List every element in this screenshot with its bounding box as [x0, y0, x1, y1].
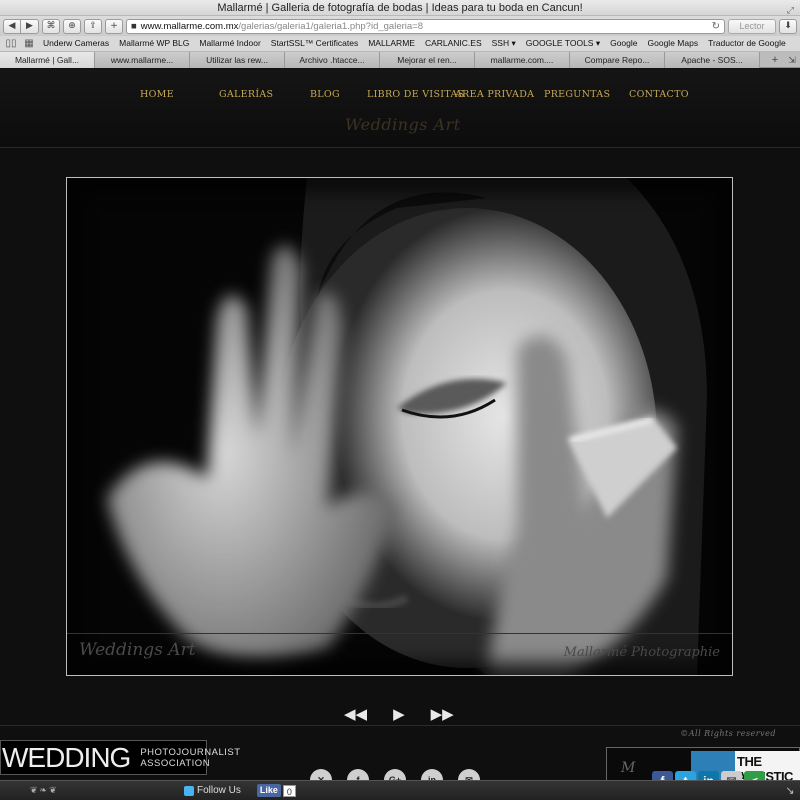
social-round-icons: ✕ f G+ in ✉ — [310, 769, 480, 780]
linkedin-round-icon[interactable]: in — [421, 769, 443, 780]
share-bar: ftin✉< — [652, 771, 765, 780]
follow-label: Follow Us — [197, 785, 241, 796]
window-title: Mallarmé | Galleria de fotografía de bod… — [217, 2, 583, 14]
bookmark-item[interactable]: Underw Cameras — [38, 38, 114, 48]
nav-contacto[interactable]: CONTACTO — [629, 89, 689, 100]
close-social-icon[interactable]: ✕ — [310, 769, 332, 780]
twitter-follow-button[interactable]: Follow Us — [184, 785, 241, 796]
globe-icon[interactable]: ⊕ — [63, 18, 81, 34]
photo-watermark-right: Mallarmé Photographie — [563, 645, 720, 660]
nav-preguntas[interactable]: PREGUNTAS — [544, 89, 610, 100]
browser-tab[interactable]: mallarme.com.... — [475, 52, 570, 68]
site-icon: ■ — [131, 20, 137, 32]
browser-tab[interactable]: Apache - SOS... — [665, 52, 760, 68]
url-host: www.mallarme.com.mx — [140, 20, 239, 32]
bookmark-item[interactable]: Google — [605, 38, 642, 48]
browser-tab[interactable]: Archivo .htacce... — [285, 52, 380, 68]
browser-toolbar: ◀ ▶ ⌘ ⊕ ⇪ + ■ www.mallarme.com.mx /galer… — [0, 16, 800, 36]
nav-area-privada[interactable]: AREA PRIVADA — [455, 89, 534, 100]
artistic-signature: M — [621, 760, 636, 776]
tab-bar: Mallarmé | Gall... www.mallarme... Utiliza… — [0, 52, 800, 68]
wpja-badge[interactable]: WEDDING PHOTOJOURNALIST ASSOCIATION — [0, 740, 240, 775]
main-nav: HOME GALERÍAS BLOG LIBRO DE VISITAS AREA… — [0, 89, 800, 105]
browser-tab[interactable]: www.mallarme... — [95, 52, 190, 68]
site-logo[interactable]: Weddings Art — [345, 115, 461, 134]
bookmark-item[interactable]: Traductor de Google — [703, 38, 791, 48]
like-label: Like — [256, 784, 281, 797]
book-icon[interactable]: ▯▯ — [2, 38, 20, 49]
facebook-round-icon[interactable]: f — [347, 769, 369, 780]
ornament-icon: ❦❧❦ — [30, 784, 59, 795]
like-count: 0 — [282, 784, 296, 797]
facebook-like-button[interactable]: Like 0 — [256, 784, 296, 798]
tab-overview-icon[interactable]: ⇲ — [784, 52, 800, 67]
bookmark-item[interactable]: Mallarmé Indoor — [194, 38, 265, 48]
share-icon[interactable]: < — [744, 771, 765, 780]
history-buttons: ◀ ▶ — [3, 18, 39, 34]
add-bookmark-button[interactable]: + — [105, 18, 123, 34]
address-bar[interactable]: ■ www.mallarme.com.mx /galerias/galeria1… — [126, 18, 725, 34]
nav-libro-de-visitas[interactable]: LIBRO DE VISITAS — [367, 89, 464, 100]
new-tab-icon[interactable]: + — [766, 52, 784, 67]
back-button[interactable]: ◀ — [3, 18, 21, 34]
reader-button[interactable]: Lector — [728, 18, 776, 34]
forward-button[interactable]: ▶ — [21, 18, 39, 34]
nav-galerias[interactable]: GALERÍAS — [219, 89, 273, 100]
twitter-share-icon[interactable]: t — [675, 771, 696, 780]
browser-window: Mallarmé | Galleria de fotografía de bod… — [0, 0, 800, 800]
tab-list: Mallarmé | Gall... www.mallarme... Utiliza… — [0, 52, 760, 68]
bookmark-item[interactable]: Mallarmé WP BLG — [114, 38, 194, 48]
bookmarks-bar: ▯▯ ▦ Underw Cameras Mallarmé WP BLG Mallar… — [0, 36, 800, 52]
wpja-line1: PHOTOJOURNALIST — [140, 746, 241, 758]
facebook-share-icon[interactable]: f — [652, 771, 673, 780]
linkedin-share-icon[interactable]: in — [698, 771, 719, 780]
photo-watermark-left: Weddings Art — [79, 640, 196, 660]
gallery-photo[interactable]: Weddings Art Mallarmé Photographie — [66, 177, 733, 676]
gallery-controls: ◀◀ ▶ ▶▶ — [344, 705, 454, 723]
url-path: /galerias/galeria1/galeria1.php?id_galer… — [238, 20, 423, 32]
copyright-text: ©All Rights reserved — [680, 729, 776, 738]
browser-tab[interactable]: Utilizar las rew... — [190, 52, 285, 68]
twitter-bird-icon — [184, 785, 194, 796]
bookmark-item[interactable]: Google Maps — [643, 38, 704, 48]
bookmark-item[interactable]: MALLARME — [363, 38, 420, 48]
play-icon[interactable]: ▶ — [393, 705, 405, 723]
window-titlebar: Mallarmé | Galleria de fotografía de bod… — [0, 0, 800, 16]
wpja-small-text: PHOTOJOURNALIST ASSOCIATION — [140, 747, 240, 769]
footer-divider — [0, 725, 800, 726]
web-page: HOME GALERÍAS BLOG LIBRO DE VISITAS AREA… — [0, 69, 800, 780]
googleplus-round-icon[interactable]: G+ — [384, 769, 406, 780]
bookmark-item[interactable]: SSH ▾ — [487, 38, 521, 48]
previous-icon[interactable]: ◀◀ — [344, 705, 367, 723]
page-bottom-bar: ❦❧❦ Follow Us Like 0 ↘ — [0, 780, 800, 800]
bookmark-item[interactable]: GOOGLE TOOLS ▾ — [521, 38, 605, 48]
browser-tab[interactable]: Compare Repo... — [570, 52, 665, 68]
nav-blog[interactable]: BLOG — [310, 89, 340, 100]
watermark-divider — [67, 633, 732, 634]
bookmark-item[interactable]: CARLANIC.ES — [420, 38, 487, 48]
download-icon[interactable]: ⬇ — [779, 18, 797, 34]
grid-icon[interactable]: ▦ — [20, 38, 38, 49]
browser-tab[interactable]: Mejorar el ren... — [380, 52, 475, 68]
next-icon[interactable]: ▶▶ — [431, 705, 454, 723]
wpja-big-text: WEDDING — [2, 741, 131, 773]
reload-icon[interactable]: ↻ — [712, 20, 720, 33]
bookmark-list: Underw Cameras Mallarmé WP BLG Mallarmé In… — [38, 38, 791, 49]
email-round-icon[interactable]: ✉ — [458, 769, 480, 780]
wpja-line2: ASSOCIATION — [140, 757, 211, 769]
email-share-icon[interactable]: ✉ — [721, 771, 742, 780]
bookmark-item[interactable]: StartSSL™ Certificates — [266, 38, 363, 48]
header-divider — [0, 147, 800, 148]
nav-home[interactable]: HOME — [140, 89, 174, 100]
resize-corner-icon[interactable]: ↘ — [780, 784, 800, 797]
bride-photo — [67, 178, 732, 675]
browser-tab[interactable]: Mallarmé | Gall... — [0, 52, 95, 68]
share-icon[interactable]: ⇪ — [84, 18, 102, 34]
history-icon[interactable]: ⌘ — [42, 18, 60, 34]
